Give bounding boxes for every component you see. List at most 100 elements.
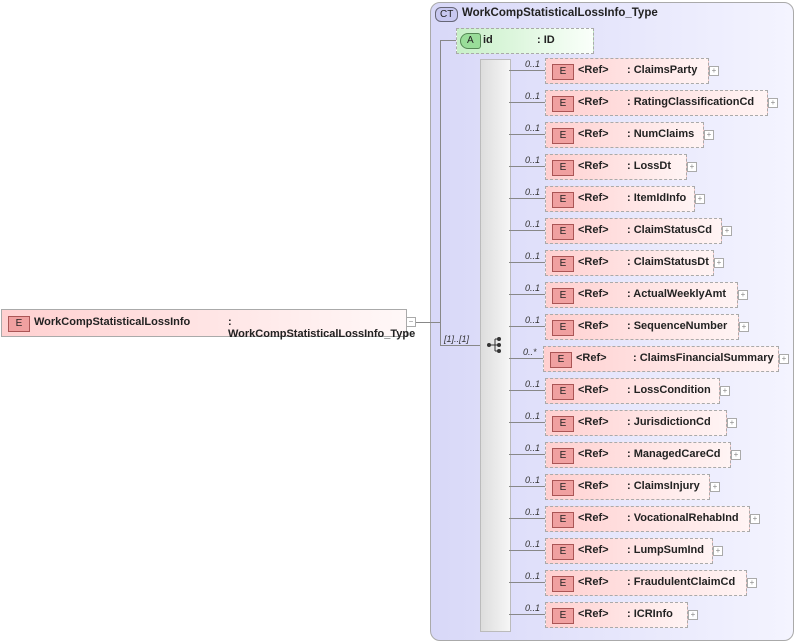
connector (509, 166, 545, 167)
child-element[interactable]: E <Ref> : SequenceNumber (545, 314, 739, 340)
expand-icon[interactable]: + (713, 546, 723, 556)
element-badge: E (552, 320, 574, 336)
child-cardinality: 0..1 (525, 571, 541, 581)
expand-icon[interactable]: + (731, 450, 741, 460)
expand-icon[interactable]: + (714, 258, 724, 268)
connector (509, 422, 545, 423)
connector (509, 134, 545, 135)
connector (509, 326, 545, 327)
complex-type-badge: CT (435, 7, 459, 22)
child-element[interactable]: E <Ref> : ICRInfo (545, 602, 688, 628)
element-badge: E (552, 128, 574, 144)
child-name: : ClaimStatusDt (627, 256, 709, 268)
child-element[interactable]: E <Ref> : NumClaims (545, 122, 704, 148)
child-element[interactable]: E <Ref> : ClaimsInjury (545, 474, 710, 500)
expand-icon[interactable]: + (709, 66, 719, 76)
child-element[interactable]: E <Ref> : VocationalRehabInd (545, 506, 750, 532)
child-element[interactable]: E <Ref> : LumpSumInd (545, 538, 713, 564)
child-cardinality: 0..1 (525, 187, 541, 197)
child-name: : FraudulentClaimCd (627, 576, 736, 588)
element-badge: E (552, 576, 574, 592)
expand-icon[interactable]: + (720, 386, 730, 396)
connector (440, 40, 456, 41)
child-element[interactable]: E <Ref> : ClaimsParty (545, 58, 709, 84)
child-name: : ManagedCareCd (627, 448, 721, 460)
child-element[interactable]: E <Ref> : ClaimStatusDt (545, 250, 714, 276)
child-element[interactable]: E <Ref> : FraudulentClaimCd (545, 570, 747, 596)
expand-icon[interactable]: + (768, 98, 778, 108)
child-cardinality: 0..1 (525, 379, 541, 389)
child-element[interactable]: E <Ref> : LossDt (545, 154, 687, 180)
expand-icon[interactable]: + (688, 610, 698, 620)
child-cardinality: 0..1 (525, 475, 541, 485)
child-cardinality: 0..* (523, 347, 537, 357)
expand-icon[interactable]: + (695, 194, 705, 204)
element-badge: E (552, 224, 574, 240)
collapse-icon[interactable]: − (406, 317, 416, 327)
child-cardinality: 0..1 (525, 91, 541, 101)
expand-icon[interactable]: + (727, 418, 737, 428)
expand-icon[interactable]: + (710, 482, 720, 492)
connector (509, 614, 545, 615)
connector (509, 390, 545, 391)
child-ref: <Ref> (578, 64, 609, 76)
connector (509, 198, 545, 199)
element-badge: E (552, 160, 574, 176)
connector (509, 486, 545, 487)
expand-icon[interactable]: + (722, 226, 732, 236)
sequence-icon (487, 337, 501, 353)
child-ref: <Ref> (578, 128, 609, 140)
expand-icon[interactable]: + (779, 354, 789, 364)
child-ref: <Ref> (578, 288, 609, 300)
child-element[interactable]: E <Ref> : JurisdictionCd (545, 410, 727, 436)
connector (509, 70, 545, 71)
child-ref: <Ref> (578, 448, 609, 460)
child-cardinality: 0..1 (525, 411, 541, 421)
child-element[interactable]: E <Ref> : ActualWeeklyAmt (545, 282, 738, 308)
element-badge: E (552, 512, 574, 528)
child-name: : ClaimsFinancialSummary (633, 352, 774, 364)
expand-icon[interactable]: + (738, 290, 748, 300)
connector (509, 550, 545, 551)
connector (440, 345, 480, 346)
main-element[interactable]: E WorkCompStatisticalLossInfo : WorkComp… (1, 309, 415, 340)
child-ref: <Ref> (578, 192, 609, 204)
expand-icon[interactable]: + (704, 130, 714, 140)
child-cardinality: 0..1 (525, 123, 541, 133)
child-ref: <Ref> (578, 320, 609, 332)
child-element[interactable]: E <Ref> : LossCondition (545, 378, 720, 404)
element-badge: E (552, 192, 574, 208)
expand-icon[interactable]: + (747, 578, 757, 588)
child-element[interactable]: E <Ref> : ItemIdInfo (545, 186, 695, 212)
child-element[interactable]: E <Ref> : ManagedCareCd (545, 442, 731, 468)
connector (509, 518, 545, 519)
child-cardinality: 0..1 (525, 283, 541, 293)
element-badge: E (552, 480, 574, 496)
child-element[interactable]: E <Ref> : ClaimsFinancialSummary (543, 346, 779, 372)
attribute-type: : ID (537, 34, 555, 46)
child-ref: <Ref> (578, 608, 609, 620)
child-cardinality: 0..1 (525, 59, 541, 69)
child-cardinality: 0..1 (525, 155, 541, 165)
child-cardinality: 0..1 (525, 251, 541, 261)
child-name: : ClaimsParty (627, 64, 698, 76)
child-ref: <Ref> (576, 352, 607, 364)
attribute-id[interactable]: A id : ID (456, 28, 594, 54)
expand-icon[interactable]: + (750, 514, 760, 524)
element-badge: E (552, 416, 574, 432)
element-badge: E (550, 352, 572, 368)
child-cardinality: 0..1 (525, 315, 541, 325)
element-badge: E (552, 256, 574, 272)
main-element-name: WorkCompStatisticalLossInfo (34, 316, 191, 328)
child-name: : RatingClassificationCd (627, 96, 755, 108)
main-element-type: : WorkCompStatisticalLossInfo_Type (228, 316, 416, 340)
expand-icon[interactable]: + (739, 322, 749, 332)
child-element[interactable]: E <Ref> : RatingClassificationCd (545, 90, 768, 116)
expand-icon[interactable]: + (687, 162, 697, 172)
child-name: : JurisdictionCd (627, 416, 711, 428)
element-badge: E (552, 64, 574, 80)
child-element[interactable]: E <Ref> : ClaimStatusCd (545, 218, 722, 244)
complex-type-title: WorkCompStatisticalLossInfo_Type (462, 7, 658, 19)
element-badge: E (552, 96, 574, 112)
child-cardinality: 0..1 (525, 539, 541, 549)
